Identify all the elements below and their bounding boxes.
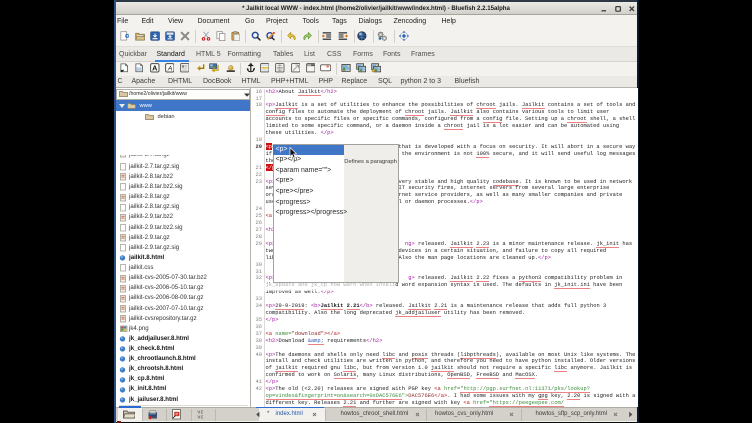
svg-text:A: A	[166, 65, 172, 72]
svg-text:VC: VC	[197, 414, 203, 419]
svg-text:A: A	[152, 64, 158, 73]
